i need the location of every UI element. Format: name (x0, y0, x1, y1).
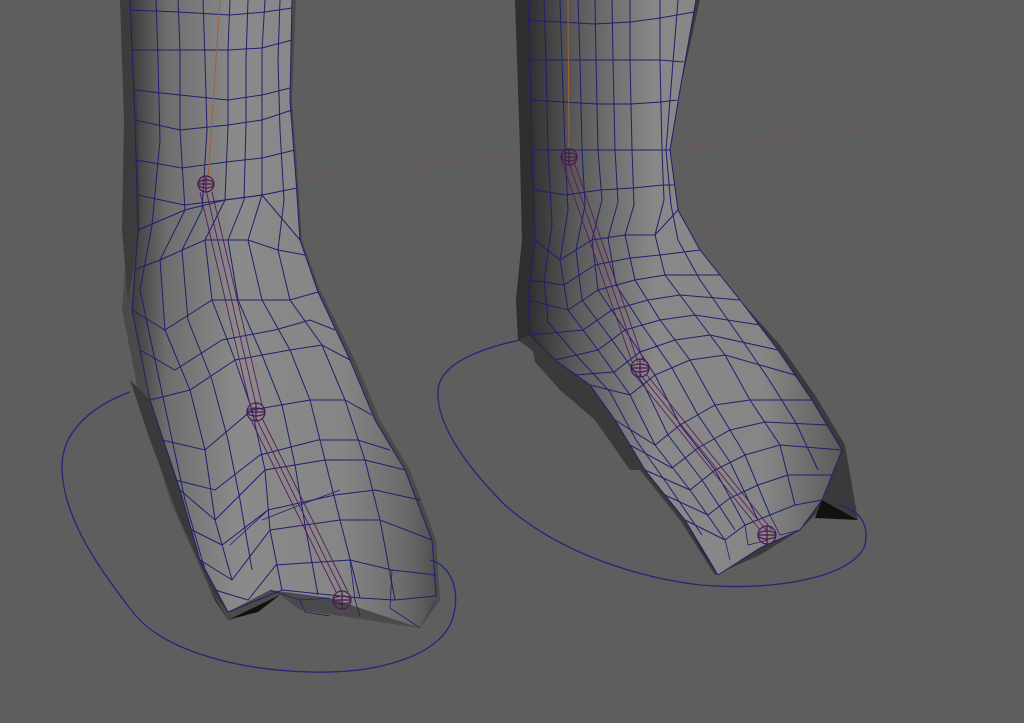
right-foot-mesh[interactable] (515, 0, 858, 576)
3d-viewport[interactable] (0, 0, 1024, 723)
left-foot-mesh[interactable] (120, 0, 440, 629)
viewport-canvas[interactable] (0, 0, 1024, 723)
